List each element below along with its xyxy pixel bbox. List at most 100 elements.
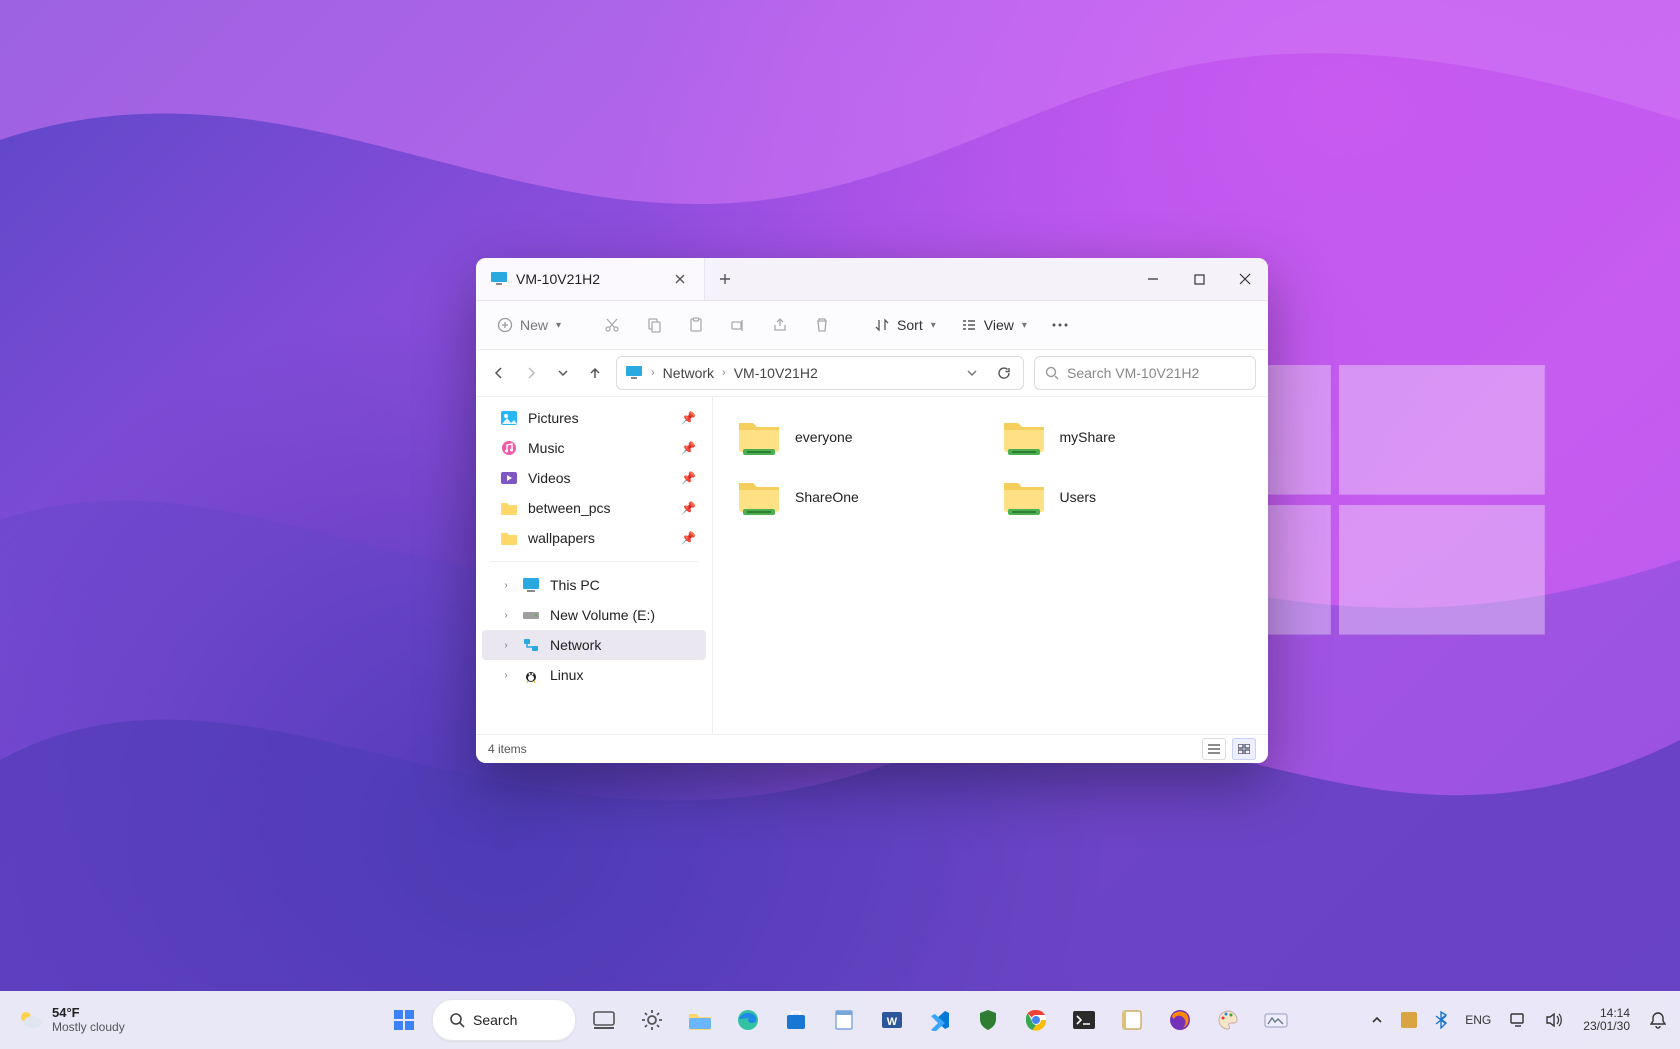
chevron-right-icon[interactable]: › [500, 670, 512, 681]
tab-active[interactable]: VM-10V21H2 [476, 258, 705, 300]
minimize-button[interactable] [1130, 258, 1176, 300]
refresh-button[interactable] [993, 362, 1015, 384]
rename-button[interactable] [721, 309, 755, 341]
view-button[interactable]: View ▾ [952, 309, 1035, 341]
weather-condition: Mostly cloudy [52, 1021, 125, 1034]
share-everyone[interactable]: everyone [731, 409, 986, 465]
nav-item-label: Music [528, 440, 671, 456]
search-box[interactable]: Search VM-10V21H2 [1034, 356, 1256, 390]
delete-button[interactable] [805, 309, 839, 341]
tray-volume[interactable] [1541, 1000, 1567, 1040]
taskbar-app-security[interactable] [968, 1000, 1008, 1040]
new-tab-button[interactable] [705, 258, 745, 300]
taskbar-app-onenote[interactable] [1112, 1000, 1152, 1040]
tray-network[interactable] [1505, 1000, 1531, 1040]
grid-icon [1238, 744, 1250, 754]
plus-icon [719, 273, 731, 285]
sort-button[interactable]: Sort ▾ [865, 309, 944, 341]
folder-icon [500, 529, 518, 547]
linux-icon [522, 666, 540, 684]
address-bar[interactable]: › Network › VM-10V21H2 [616, 356, 1024, 390]
arrow-up-icon [588, 366, 602, 380]
details-view-button[interactable] [1202, 738, 1226, 760]
breadcrumb-network[interactable]: Network [663, 365, 714, 381]
breadcrumb-host[interactable]: VM-10V21H2 [734, 365, 818, 381]
nav-forward-button[interactable] [520, 362, 542, 384]
terminal-icon [1073, 1011, 1095, 1029]
new-button[interactable]: New ▾ [488, 309, 569, 341]
chevron-right-icon[interactable]: › [500, 610, 512, 621]
taskbar[interactable]: 54°F Mostly cloudy Search W [0, 991, 1680, 1049]
taskbar-app-misc[interactable] [1256, 1000, 1296, 1040]
paste-button[interactable] [679, 309, 713, 341]
monitor-icon [625, 364, 643, 382]
nav-tree-new-volume-e-[interactable]: › New Volume (E:) [482, 600, 706, 630]
taskbar-app-word[interactable]: W [872, 1000, 912, 1040]
nav-quick-between_pcs[interactable]: between_pcs 📌 [482, 493, 706, 523]
titlebar[interactable]: VM-10V21H2 [476, 258, 1268, 301]
chevron-down-icon: ▾ [1022, 320, 1027, 331]
taskbar-app-terminal[interactable] [1064, 1000, 1104, 1040]
taskbar-app-store[interactable] [776, 1000, 816, 1040]
language-label: ENG [1465, 1013, 1491, 1027]
copy-button[interactable] [637, 309, 671, 341]
nav-item-label: Network [550, 637, 696, 653]
taskbar-app-chrome[interactable] [1016, 1000, 1056, 1040]
share-button[interactable] [763, 309, 797, 341]
taskbar-app-firefox[interactable] [1160, 1000, 1200, 1040]
large-icons-view-button[interactable] [1232, 738, 1256, 760]
task-view-icon [593, 1011, 615, 1029]
share-shareone[interactable]: ShareOne [731, 469, 986, 525]
nav-quick-videos[interactable]: Videos 📌 [482, 463, 706, 493]
nav-tree-linux[interactable]: › Linux [482, 660, 706, 690]
taskbar-search[interactable]: Search [432, 999, 576, 1041]
chevron-right-icon[interactable]: › [500, 580, 512, 591]
nav-back-button[interactable] [488, 362, 510, 384]
nav-quick-pictures[interactable]: Pictures 📌 [482, 403, 706, 433]
share-myshare[interactable]: myShare [996, 409, 1251, 465]
notepad-icon [834, 1009, 854, 1031]
nav-quick-wallpapers[interactable]: wallpapers 📌 [482, 523, 706, 553]
tray-bluetooth[interactable] [1431, 1000, 1451, 1040]
copy-icon [645, 316, 663, 334]
tray-app-icon[interactable] [1397, 1000, 1421, 1040]
close-button[interactable] [1222, 258, 1268, 300]
content-pane[interactable]: everyone myShare ShareOne Users [713, 397, 1268, 738]
nav-tree-network[interactable]: › Network [482, 630, 706, 660]
desktop[interactable]: VM-10V21H2 New ▾ [0, 0, 1680, 1049]
nav-item-label: New Volume (E:) [550, 607, 696, 623]
nav-up-button[interactable] [584, 362, 606, 384]
taskbar-app-edge[interactable] [728, 1000, 768, 1040]
nav-quick-music[interactable]: Music 📌 [482, 433, 706, 463]
more-button[interactable] [1043, 309, 1077, 341]
share-label: Users [1060, 489, 1097, 505]
svg-text:W: W [887, 1016, 898, 1028]
share-users[interactable]: Users [996, 469, 1251, 525]
weather-temp: 54°F [52, 1006, 125, 1020]
tab-close-button[interactable] [670, 269, 690, 289]
task-view-button[interactable] [584, 1000, 624, 1040]
tray-overflow-button[interactable] [1367, 1000, 1387, 1040]
app-icon [1401, 1012, 1417, 1028]
sort-button-label: Sort [897, 317, 923, 333]
taskbar-app-settings[interactable] [632, 1000, 672, 1040]
weather-widget[interactable]: 54°F Mostly cloudy [14, 1000, 129, 1040]
share-label: myShare [1060, 429, 1116, 445]
taskbar-app-explorer[interactable] [680, 1000, 720, 1040]
address-history-button[interactable] [961, 362, 983, 384]
navigation-pane[interactable]: Pictures 📌 Music 📌 Videos 📌 between_pcs … [476, 397, 713, 738]
start-button[interactable] [384, 1000, 424, 1040]
tray-language[interactable]: ENG [1461, 1000, 1495, 1040]
sort-icon [873, 316, 891, 334]
taskbar-app-notepad[interactable] [824, 1000, 864, 1040]
taskbar-app-vscode[interactable] [920, 1000, 960, 1040]
cut-button[interactable] [595, 309, 629, 341]
nav-recent-button[interactable] [552, 362, 574, 384]
tray-clock[interactable]: 14:14 23/01/30 [1577, 1000, 1636, 1040]
maximize-button[interactable] [1176, 258, 1222, 300]
chevron-up-icon [1371, 1014, 1383, 1026]
tray-notifications[interactable] [1646, 1000, 1670, 1040]
nav-tree-this-pc[interactable]: › This PC [482, 570, 706, 600]
chevron-right-icon[interactable]: › [500, 640, 512, 651]
taskbar-app-paint[interactable] [1208, 1000, 1248, 1040]
